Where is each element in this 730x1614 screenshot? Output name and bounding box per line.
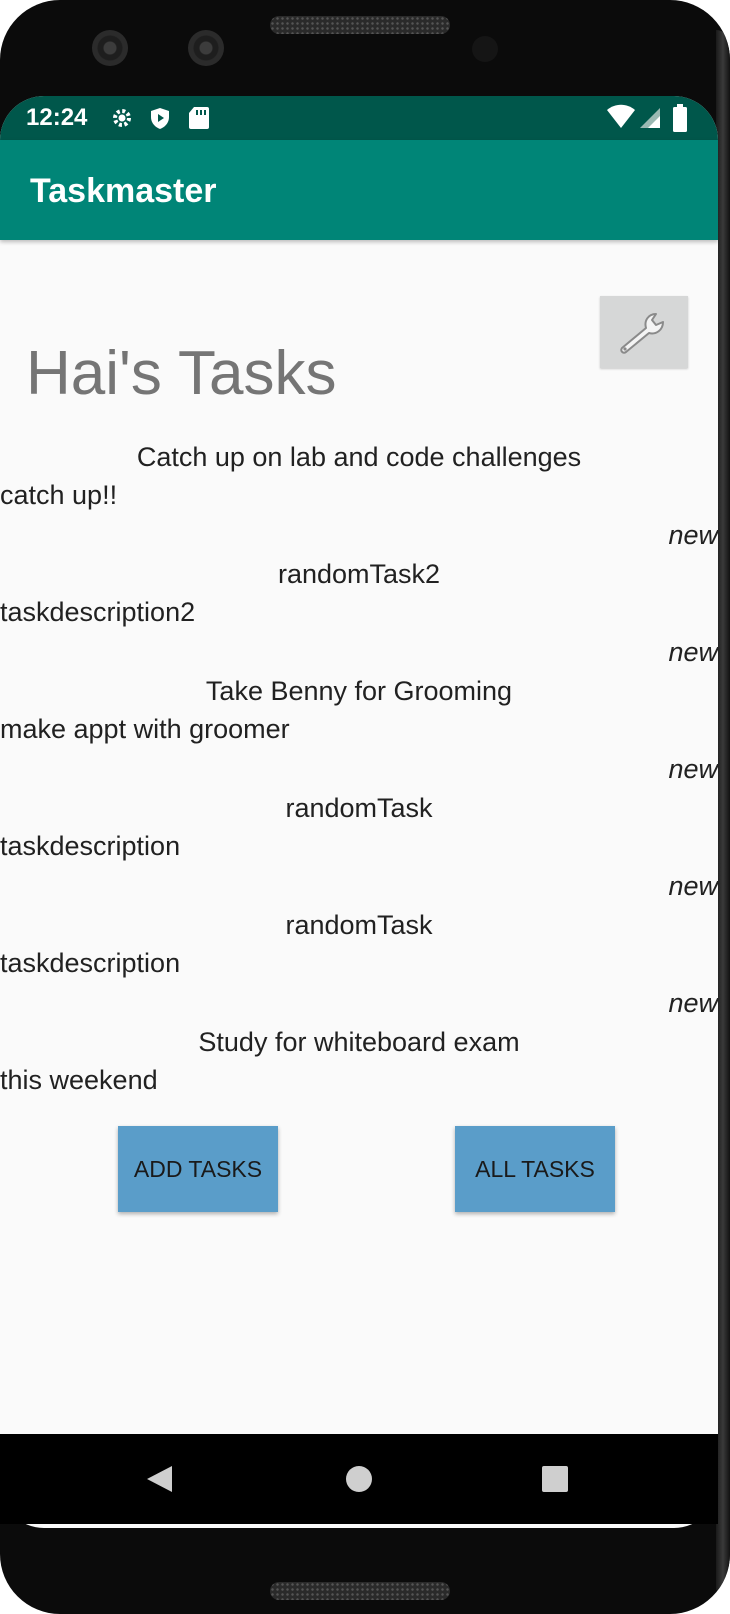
all-tasks-button[interactable]: ALL TASKS	[455, 1126, 615, 1212]
task-state: new	[668, 754, 718, 784]
task-title: Take Benny for Grooming	[205, 676, 513, 706]
navigation-bar	[0, 1434, 718, 1524]
phone-edge	[716, 30, 730, 1590]
task-description: taskdescription	[0, 831, 181, 861]
task-title: Catch up on lab and code challenges	[136, 442, 582, 472]
status-time: 12:24	[26, 104, 88, 131]
task-description: taskdescription	[0, 948, 181, 978]
battery-icon	[672, 104, 688, 137]
recents-icon[interactable]	[542, 1466, 568, 1497]
status-bar: 12:24	[0, 96, 718, 140]
task-description: taskdescription2	[0, 597, 196, 627]
cell-signal-icon	[638, 106, 662, 135]
task-list[interactable]: Catch up on lab and code challenges catc…	[0, 436, 718, 1186]
task-description: make appt with groomer	[0, 714, 290, 744]
back-icon[interactable]	[144, 1464, 174, 1499]
task-title: randomTask	[285, 910, 433, 940]
front-camera-secondary	[188, 30, 224, 66]
bottom-speaker	[270, 1582, 450, 1600]
task-title: randomTask	[285, 793, 433, 823]
shield-icon	[148, 106, 172, 135]
proximity-sensor	[472, 36, 498, 62]
device-screen: 12:24 Taskmaster Hai's Tasks Catch up on…	[0, 96, 718, 1528]
task-state: new	[668, 520, 718, 550]
task-state: new	[668, 871, 718, 901]
add-tasks-button[interactable]: ADD TASKS	[118, 1126, 278, 1212]
wrench-icon	[620, 313, 664, 354]
task-description: catch up!!	[0, 480, 118, 510]
task-item[interactable]: randomTask2 taskdescription2 new	[0, 553, 718, 670]
settings-icon	[110, 106, 134, 135]
task-title: randomTask2	[277, 559, 441, 589]
front-camera	[92, 30, 128, 66]
page-heading: Hai's Tasks	[26, 339, 337, 408]
home-icon[interactable]	[345, 1465, 373, 1498]
task-item[interactable]: Study for whiteboard exam this weekend	[0, 1021, 718, 1138]
earpiece-speaker	[270, 16, 450, 34]
app-title: Taskmaster	[30, 172, 217, 210]
task-item[interactable]: randomTask taskdescription new	[0, 904, 718, 1021]
task-description: this weekend	[0, 1065, 158, 1095]
phone-frame: 12:24 Taskmaster Hai's Tasks Catch up on…	[0, 0, 730, 1614]
settings-button[interactable]	[600, 296, 688, 368]
task-item[interactable]: Catch up on lab and code challenges catc…	[0, 436, 718, 553]
task-state: new	[668, 637, 718, 667]
sd-card-icon	[188, 106, 210, 135]
wifi-icon	[606, 104, 636, 135]
app-bar: Taskmaster	[0, 140, 718, 240]
task-state: new	[668, 988, 718, 1018]
task-item[interactable]: Take Benny for Grooming make appt with g…	[0, 670, 718, 787]
task-item[interactable]: randomTask taskdescription new	[0, 787, 718, 904]
task-title: Study for whiteboard exam	[198, 1027, 520, 1057]
